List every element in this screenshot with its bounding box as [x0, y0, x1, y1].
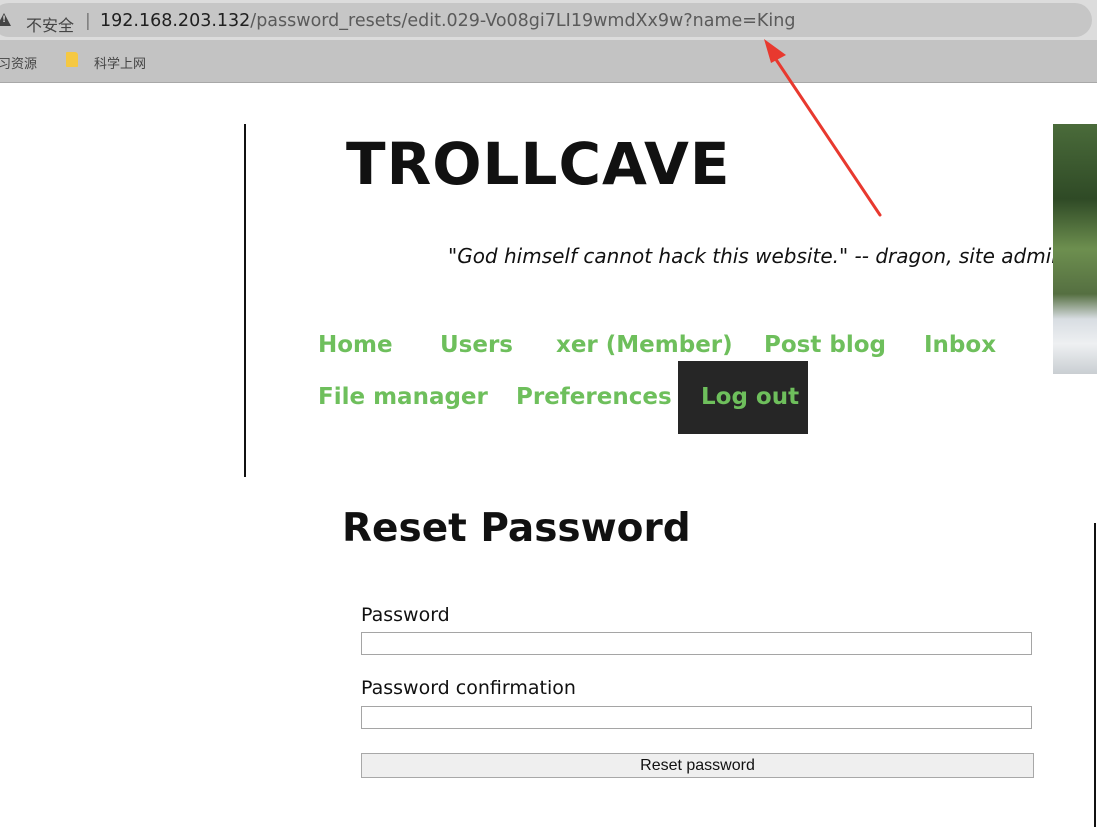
warning-icon[interactable]	[0, 13, 11, 26]
nav-file-manager[interactable]: File manager	[318, 384, 488, 410]
site-tagline: "God himself cannot hack this website." …	[448, 244, 1064, 268]
bookmark-study-resources[interactable]: 习资源	[0, 53, 37, 72]
address-bar: 不安全 | 192.168.203.132/password_resets/ed…	[0, 0, 1097, 40]
password-confirmation-label: Password confirmation	[361, 677, 576, 699]
password-confirmation-field[interactable]	[361, 706, 1032, 729]
bookmarks-bar: 习资源	[0, 40, 1097, 83]
url-separator: |	[85, 11, 91, 31]
password-label: Password	[361, 604, 450, 626]
url-field[interactable]: 不安全 | 192.168.203.132/password_resets/ed…	[0, 3, 1092, 37]
nav-home[interactable]: Home	[318, 332, 393, 358]
nav-profile[interactable]: xer (Member)	[556, 332, 733, 358]
nav-post-blog[interactable]: Post blog	[764, 332, 886, 358]
site-title: TROLLCAVE	[346, 130, 731, 198]
folder-icon	[66, 52, 78, 67]
left-border-line	[244, 124, 246, 477]
url-path: /password_resets/edit.029-Vo08gi7LI19wmd…	[250, 11, 796, 31]
password-field[interactable]	[361, 632, 1032, 655]
reset-password-button[interactable]: Reset password	[361, 753, 1034, 778]
url-text[interactable]: 192.168.203.132/password_resets/edit.029…	[100, 11, 795, 31]
security-label[interactable]: 不安全	[26, 12, 74, 36]
bookmark-science-surfing[interactable]: 科学上网	[94, 53, 146, 72]
nav-logout-label: Log out	[701, 384, 800, 410]
annotation-arrow	[764, 39, 882, 217]
url-host: 192.168.203.132	[100, 11, 251, 31]
header-photo	[1053, 124, 1097, 374]
page-heading: Reset Password	[342, 506, 691, 551]
nav-inbox[interactable]: Inbox	[924, 332, 996, 358]
nav-preferences[interactable]: Preferences	[516, 384, 672, 410]
nav-logout[interactable]: Log out	[678, 361, 808, 434]
nav-users[interactable]: Users	[440, 332, 513, 358]
right-border-line	[1094, 523, 1096, 827]
